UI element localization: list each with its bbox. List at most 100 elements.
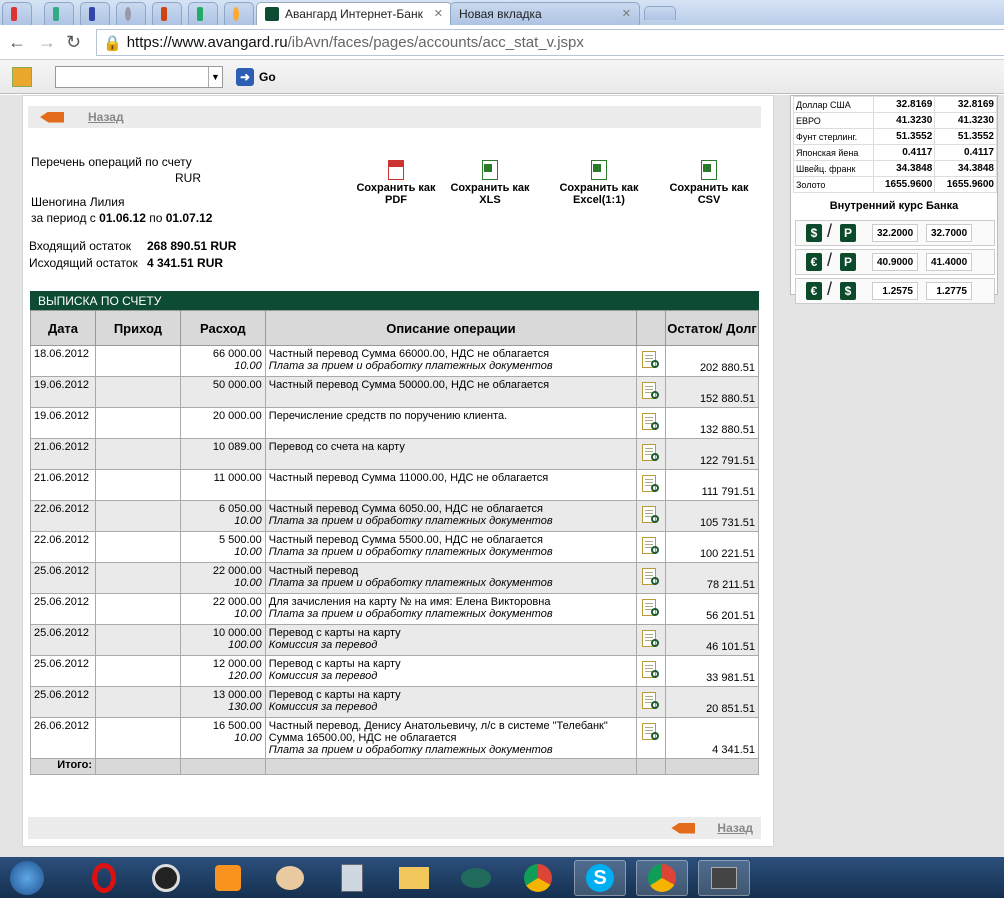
expense-cell: 66 000.00 10.00 bbox=[179, 345, 266, 377]
view-document-icon[interactable] bbox=[641, 629, 661, 651]
view-document-icon[interactable] bbox=[641, 536, 661, 558]
balance-cell: 122 791.51 bbox=[665, 438, 759, 470]
income-cell bbox=[94, 345, 181, 377]
date-cell: 22.06.2012 bbox=[30, 500, 96, 532]
save-excel-button[interactable]: Сохранить как Excel(1:1) bbox=[556, 160, 642, 206]
back-arrow-icon[interactable]: ← bbox=[8, 32, 26, 53]
go-arrow-icon: ➜ bbox=[236, 68, 254, 86]
pinned-tab-4[interactable] bbox=[116, 2, 146, 25]
slash-divider: / bbox=[827, 221, 833, 241]
currency-symbol-icon: $ bbox=[840, 282, 856, 300]
details-cell bbox=[636, 717, 667, 759]
income-cell bbox=[94, 438, 181, 470]
view-document-icon[interactable] bbox=[641, 350, 661, 372]
internal-rate-row: € / $1.2575 1.2775 bbox=[795, 278, 995, 304]
date-cell: 21.06.2012 bbox=[30, 438, 96, 470]
taskbar-calculator[interactable] bbox=[326, 860, 378, 896]
pinned-tab-5[interactable] bbox=[152, 2, 182, 25]
new-tab-button[interactable] bbox=[644, 6, 676, 20]
close-icon[interactable]: ✕ bbox=[622, 7, 631, 20]
page-content: Назад Перечень операций по счету RUR Шен… bbox=[0, 95, 1004, 857]
back-link-bottom[interactable]: Назад bbox=[717, 821, 753, 835]
taskbar-paint[interactable] bbox=[264, 860, 316, 896]
expense-amount: 22 000.00 bbox=[212, 596, 262, 608]
csv-icon bbox=[701, 160, 717, 180]
taskbar-media[interactable] bbox=[202, 860, 254, 896]
tab-avangard[interactable]: Авангард Интернет-Банк ✕ bbox=[256, 2, 452, 25]
view-document-icon[interactable] bbox=[641, 691, 661, 713]
rate-row: Японская йена 0.4117 0.4117 bbox=[793, 144, 997, 161]
details-cell bbox=[636, 531, 667, 563]
date-cell: 25.06.2012 bbox=[30, 562, 96, 594]
forward-arrow-icon[interactable]: → bbox=[38, 32, 56, 53]
save-pdf-button[interactable]: Сохранить как PDF bbox=[353, 160, 439, 206]
rate-value: 51.3552 bbox=[872, 128, 936, 145]
balances: Входящий остаток 268 890.51 RUR Исходящий… bbox=[29, 239, 237, 270]
clock-icon bbox=[152, 864, 180, 892]
sell-rate: 41.4000 bbox=[926, 253, 972, 271]
table-row: 19.06.2012 20 000.00 Перечисление средств … bbox=[30, 407, 759, 439]
slash-divider: / bbox=[827, 279, 833, 299]
date-cell: 19.06.2012 bbox=[30, 407, 96, 439]
pinned-tab-6[interactable] bbox=[188, 2, 218, 25]
pinned-tab-gmail[interactable] bbox=[2, 2, 32, 25]
taskbar-chrome-active[interactable] bbox=[636, 860, 688, 896]
pinned-tab-3[interactable] bbox=[80, 2, 110, 25]
back-link[interactable]: Назад bbox=[88, 110, 124, 124]
operations-body: 18.06.2012 66 000.00 10.00 Частный перевод … bbox=[30, 345, 759, 775]
fee-description: Плата за прием и обработку платежных док… bbox=[268, 577, 553, 589]
income-cell bbox=[94, 469, 181, 501]
total-icon bbox=[636, 758, 667, 775]
currency-symbol-icon: Р bbox=[840, 224, 856, 242]
expense-amount: 66 000.00 bbox=[212, 348, 262, 360]
start-button[interactable] bbox=[2, 860, 52, 896]
view-document-icon[interactable] bbox=[641, 381, 661, 403]
taskbar-app[interactable] bbox=[450, 860, 502, 896]
view-document-icon[interactable] bbox=[641, 443, 661, 465]
description-cell: Перечисление средств по поручению клиент… bbox=[264, 407, 638, 439]
view-document-icon[interactable] bbox=[641, 474, 661, 496]
pinned-tab-2[interactable] bbox=[44, 2, 74, 25]
view-document-icon[interactable] bbox=[641, 412, 661, 434]
view-document-icon[interactable] bbox=[641, 505, 661, 527]
table-row: 21.06.2012 10 089.00 Перевод со счета на к… bbox=[30, 438, 759, 470]
url-input[interactable]: 🔒 https://www.avangard.ru/ibAvn/faces/pa… bbox=[96, 29, 1004, 56]
save-xls-button[interactable]: Сохранить как XLS bbox=[447, 160, 533, 206]
windows-logo-icon bbox=[10, 861, 44, 895]
taskbar-clock-app[interactable] bbox=[140, 860, 192, 896]
back-bar-top: Назад bbox=[28, 106, 761, 128]
pinned-tab-7[interactable] bbox=[224, 2, 254, 25]
go-button[interactable]: ➜ Go bbox=[236, 68, 276, 86]
toolbar-search-input[interactable]: ▼ bbox=[55, 66, 223, 88]
taskbar-skype[interactable]: S bbox=[574, 860, 626, 896]
description-cell: Частный перевод Сумма 6050.00, НДС не об… bbox=[264, 500, 638, 532]
close-icon[interactable]: ✕ bbox=[434, 7, 443, 20]
reload-icon[interactable]: ↻ bbox=[66, 32, 81, 53]
taskbar-explorer[interactable] bbox=[388, 860, 440, 896]
details-cell bbox=[636, 376, 667, 408]
save-csv-button[interactable]: Сохранить как CSV bbox=[666, 160, 752, 206]
description-text: Частный перевод bbox=[268, 565, 359, 577]
view-document-icon[interactable] bbox=[641, 567, 661, 589]
taskbar-chrome[interactable] bbox=[512, 860, 564, 896]
fee-description: Плата за прием и обработку платежных док… bbox=[268, 546, 553, 558]
view-document-icon[interactable] bbox=[641, 660, 661, 682]
taskbar-app-window[interactable] bbox=[698, 860, 750, 896]
balance-cell: 56 201.51 bbox=[665, 593, 759, 625]
taskbar-opera[interactable] bbox=[78, 860, 130, 896]
expense-amount: 10 000.00 bbox=[212, 627, 262, 639]
date-cell: 18.06.2012 bbox=[30, 345, 96, 377]
rate-row: Фунт стерлинг. 51.3552 51.3552 bbox=[793, 128, 997, 145]
view-document-icon[interactable] bbox=[641, 598, 661, 620]
date-cell: 25.06.2012 bbox=[30, 686, 96, 718]
toolbar-logo-icon[interactable] bbox=[12, 67, 32, 87]
chevron-down-icon[interactable]: ▼ bbox=[208, 67, 222, 87]
back-arrow-icon[interactable] bbox=[671, 822, 696, 834]
opening-balance: 268 890.51 RUR bbox=[147, 239, 237, 253]
back-arrow-icon[interactable] bbox=[40, 111, 64, 123]
fee-amount: 100.00 bbox=[228, 639, 262, 651]
tab-new[interactable]: Новая вкладка ✕ bbox=[450, 2, 640, 25]
income-cell bbox=[94, 655, 181, 687]
view-document-icon[interactable] bbox=[641, 722, 661, 744]
balance-cell: 4 341.51 bbox=[665, 717, 759, 759]
